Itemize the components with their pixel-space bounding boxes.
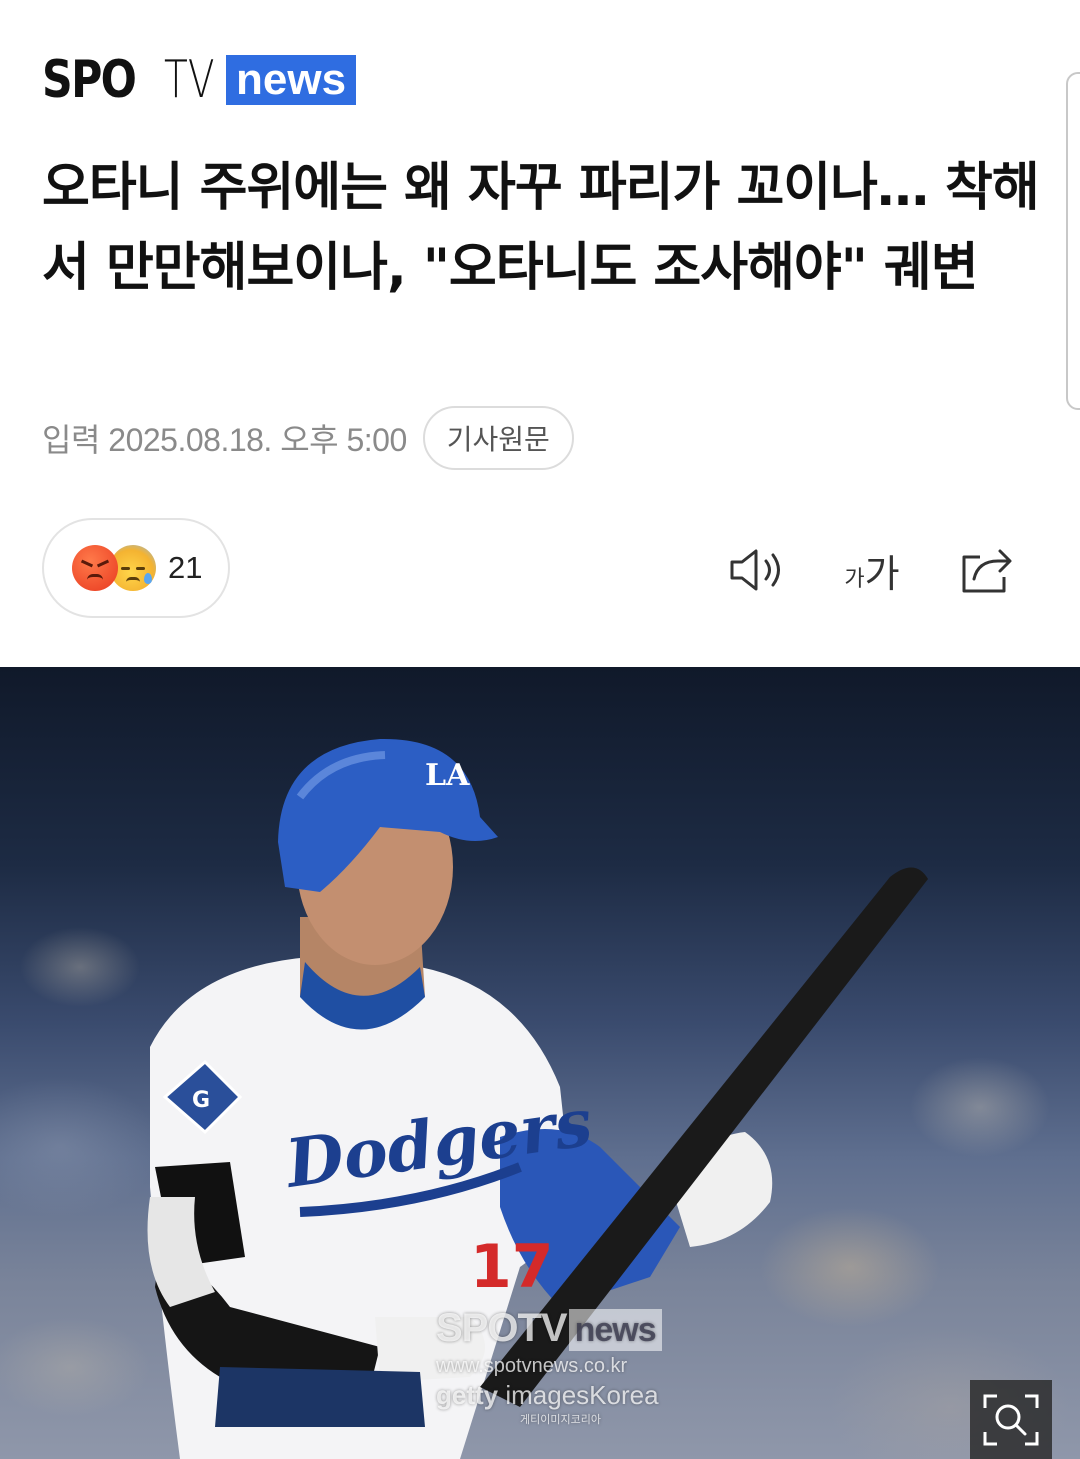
side-scroll-handle[interactable] bbox=[1066, 72, 1080, 410]
article-date: 입력 2025.08.18. 오후 5:00 bbox=[42, 422, 407, 458]
logo-tv: TV bbox=[164, 50, 215, 110]
svg-text:17: 17 bbox=[470, 1232, 554, 1302]
font-size-small-label: 가 bbox=[844, 567, 865, 592]
speaker-icon[interactable] bbox=[726, 540, 788, 600]
font-size-icon[interactable]: 가 가 bbox=[836, 540, 908, 600]
photo-watermark: SPOTV news www.spotvnews.co.kr getty imag… bbox=[436, 1307, 662, 1427]
article-meta: 입력 2025.08.18. 오후 5:00 기사원문 bbox=[42, 406, 574, 470]
logo-spo: SPO bbox=[42, 50, 137, 110]
site-logo[interactable]: SPO TV news bbox=[42, 50, 357, 110]
watermark-getty-bold: getty bbox=[436, 1380, 499, 1410]
reaction-button[interactable]: 21 bbox=[42, 518, 230, 618]
share-icon[interactable] bbox=[956, 540, 1016, 600]
watermark-url: www.spotvnews.co.kr bbox=[436, 1355, 628, 1377]
original-article-button[interactable]: 기사원문 bbox=[422, 406, 574, 470]
svg-text:LA: LA bbox=[425, 758, 470, 793]
watermark-logo: SPOTV news bbox=[436, 1307, 662, 1351]
watermark-getty-sub: 게티이미지코리아 bbox=[520, 1413, 601, 1426]
reaction-count: 21 bbox=[168, 550, 203, 585]
watermark-getty-rest: imagesKorea bbox=[505, 1380, 659, 1410]
article-headline: 오타니 주위에는 왜 자꾸 파리가 꼬이나… 착해서 만만해보이나, "오타니도… bbox=[42, 158, 1040, 298]
font-size-big-label: 가 bbox=[864, 551, 900, 596]
angry-emoji-icon bbox=[72, 545, 118, 591]
watermark-logo-badge: news bbox=[568, 1309, 662, 1351]
watermark-logo-text: SPOTV bbox=[436, 1306, 568, 1350]
article-photo[interactable]: LA Dodgers 17 G SPOTV news www.spotvnews.… bbox=[0, 667, 1080, 1459]
zoom-icon[interactable] bbox=[970, 1380, 1052, 1459]
svg-text:G: G bbox=[192, 1088, 210, 1113]
logo-news-badge: news bbox=[226, 55, 357, 105]
watermark-getty: getty imagesKorea bbox=[436, 1380, 662, 1411]
